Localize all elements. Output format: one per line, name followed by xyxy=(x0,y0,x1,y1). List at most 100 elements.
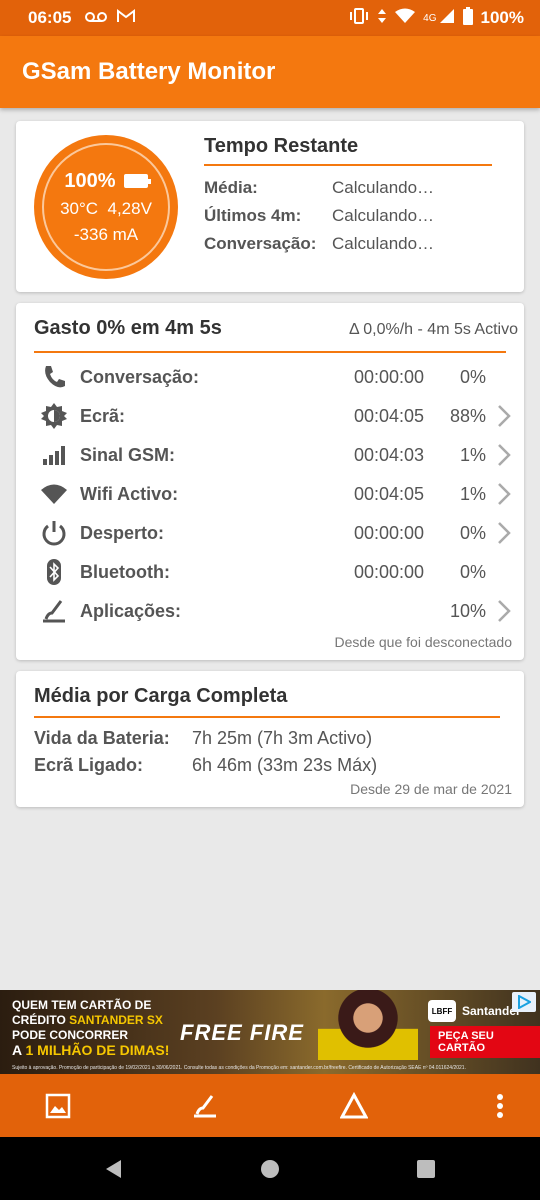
summary-card[interactable]: 100% 30°C 4,28V -336 mA Tempo Restante M… xyxy=(16,121,524,292)
battery-gauge[interactable]: 100% 30°C 4,28V -336 mA xyxy=(34,135,178,279)
average-row: Ecrã Ligado: 6h 46m (33m 23s Máx) xyxy=(34,755,377,776)
chevron-right-icon[interactable] xyxy=(494,443,514,467)
usage-title: Gasto 0% em 4m 5s xyxy=(34,317,222,339)
usage-label: Conversação: xyxy=(80,366,200,387)
usage-row-apps[interactable]: Aplicações: 10% xyxy=(36,592,516,630)
row-value: Calculando… xyxy=(332,234,435,253)
system-nav-bar xyxy=(0,1137,540,1200)
chevron-right-icon[interactable] xyxy=(494,482,514,506)
ad-choices-icon[interactable] xyxy=(512,992,536,1012)
row-value: 7h 25m (7h 3m Activo) xyxy=(192,728,373,748)
time-remaining-row: Média: Calculando… xyxy=(204,178,504,198)
app-bar: GSam Battery Monitor xyxy=(0,36,540,108)
recents-icon[interactable] xyxy=(412,1155,440,1183)
ad-text-highlight: 1 MILHÃO DE DIMAS! xyxy=(25,1042,170,1058)
time-remaining-row: Últimos 4m: Calculando… xyxy=(204,206,504,226)
app-title: GSam Battery Monitor xyxy=(22,58,276,85)
row-label: Ecrã Ligado: xyxy=(34,755,144,775)
usage-label: Wifi Activo: xyxy=(80,483,179,504)
battery-icon xyxy=(123,174,151,188)
data-arrows-icon xyxy=(377,8,387,29)
more-vert-icon[interactable] xyxy=(484,1090,516,1122)
usage-row-awake[interactable]: Desperto: 00:00:00 0% xyxy=(36,514,516,552)
usage-time: 00:00:00 xyxy=(354,366,425,387)
usage-time: 00:00:00 xyxy=(354,522,425,543)
usage-card: Gasto 0% em 4m 5s Δ 0,0%/h - 4m 5s Activ… xyxy=(16,303,524,660)
status-bar: 06:05 4G 100% xyxy=(0,0,540,36)
ad-game-logo: FREE FIRE xyxy=(180,1020,304,1045)
wifi-icon xyxy=(395,8,416,29)
row-value: Calculando… xyxy=(332,178,435,197)
ad-text-part: CRÉDITO xyxy=(12,1013,70,1027)
row-value: 6h 46m (33m 23s Máx) xyxy=(192,755,378,775)
ad-line: QUEM TEM CARTÃO DE xyxy=(12,998,152,1012)
usage-percent: 88% xyxy=(449,405,486,426)
row-value: Calculando… xyxy=(332,206,435,225)
ad-line: A 1 MILHÃO DE DIMAS! xyxy=(12,1043,169,1058)
usage-percent: 0% xyxy=(459,522,486,543)
average-row: Vida da Bateria: 7h 25m (7h 3m Activo) xyxy=(34,728,372,749)
bluetooth-icon xyxy=(36,557,72,587)
usage-rate: Δ 0,0%/h - 4m 5s Activo xyxy=(349,321,518,338)
usage-percent: 10% xyxy=(449,600,486,621)
usage-time: 00:04:05 xyxy=(354,405,425,426)
average-card[interactable]: Média por Carga Completa Vida da Bateria… xyxy=(16,671,524,807)
row-label: Vida da Bateria: xyxy=(34,728,170,748)
image-icon[interactable] xyxy=(42,1090,74,1122)
network-type: 4G xyxy=(423,12,437,24)
voicemail-icon xyxy=(85,8,108,28)
ad-banner[interactable]: QUEM TEM CARTÃO DE CRÉDITO SANTANDER SX … xyxy=(0,990,540,1074)
ad-character-image xyxy=(318,990,418,1060)
usage-label: Bluetooth: xyxy=(80,561,170,582)
vibrate-icon xyxy=(349,7,369,29)
battery-icon xyxy=(462,6,473,30)
usage-label: Sinal GSM: xyxy=(80,444,176,465)
usage-label: Ecrã: xyxy=(80,405,126,426)
chevron-right-icon[interactable] xyxy=(494,404,514,428)
usage-row-screen[interactable]: Ecrã: 00:04:05 88% xyxy=(36,397,516,435)
ad-cta-button[interactable]: PEÇA SEU CARTÃO xyxy=(430,1026,540,1058)
status-time: 06:05 xyxy=(28,8,72,27)
gmail-icon xyxy=(117,8,136,28)
usage-row-bluetooth: Bluetooth: 00:00:00 0% xyxy=(36,553,516,591)
ad-league-logo: LBFF xyxy=(428,1000,456,1022)
usage-row-gsm[interactable]: Sinal GSM: 00:04:03 1% xyxy=(36,436,516,474)
apps-gauge-icon xyxy=(36,596,72,626)
signal-bars-icon xyxy=(36,440,72,470)
usage-percent: 1% xyxy=(459,483,486,504)
status-battery-percent: 100% xyxy=(480,8,524,27)
average-title: Média por Carga Completa xyxy=(34,685,500,718)
usage-time: 00:00:00 xyxy=(354,561,425,582)
usage-header: Gasto 0% em 4m 5s Δ 0,0%/h - 4m 5s Activ… xyxy=(34,317,518,353)
ad-line: PODE CONCORRER xyxy=(12,1028,129,1042)
usage-row-wifi[interactable]: Wifi Activo: 00:04:05 1% xyxy=(36,475,516,513)
usage-time: 00:04:03 xyxy=(354,444,425,465)
usage-label: Aplicações: xyxy=(80,600,182,621)
brightness-icon xyxy=(36,401,72,431)
ad-text-part: A xyxy=(12,1042,26,1058)
average-footer: Desde 29 de mar de 2021 xyxy=(350,781,512,797)
gauge-battery-percent: 100% xyxy=(64,169,116,192)
chevron-right-icon[interactable] xyxy=(494,599,514,623)
wifi-icon xyxy=(36,479,72,509)
time-remaining-row: Conversação: Calculando… xyxy=(204,234,504,254)
usage-percent: 0% xyxy=(459,366,486,387)
time-remaining: Tempo Restante Média: Calculando… Último… xyxy=(204,135,504,254)
ad-text: QUEM TEM CARTÃO DE CRÉDITO SANTANDER SX … xyxy=(12,998,169,1058)
chevron-right-icon[interactable] xyxy=(494,521,514,545)
usage-percent: 1% xyxy=(459,444,486,465)
ad-legal-text: Sujeito à aprovação. Promoção de partici… xyxy=(12,1065,466,1071)
ad-text-highlight: SANTANDER SX xyxy=(69,1013,163,1027)
usage-label: Desperto: xyxy=(80,522,165,543)
ad-line: CRÉDITO SANTANDER SX xyxy=(12,1013,169,1028)
phone-icon xyxy=(36,362,72,392)
usage-row-call: Conversação: 00:00:00 0% xyxy=(36,358,516,396)
back-icon[interactable] xyxy=(100,1155,128,1183)
gauge-current: -336 mA xyxy=(73,224,139,244)
power-icon xyxy=(36,518,72,548)
time-remaining-title: Tempo Restante xyxy=(204,135,492,166)
gauge-icon[interactable] xyxy=(189,1090,221,1122)
home-icon[interactable] xyxy=(256,1155,284,1183)
usage-time: 00:04:05 xyxy=(354,483,425,504)
delta-icon[interactable] xyxy=(338,1090,370,1122)
